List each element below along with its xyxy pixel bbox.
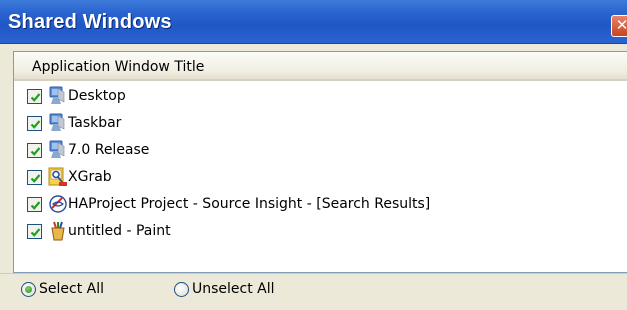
source-insight-icon [48,194,68,214]
item-checkbox[interactable] [27,143,42,158]
window-title: Shared Windows [8,11,172,33]
item-label: untitled - Paint [68,223,171,239]
item-label: XGrab [68,169,112,185]
close-icon: ✕ [615,16,627,34]
unselect-all-label: Unselect All [192,281,275,297]
list-item[interactable]: XGrab [14,166,627,193]
checkmark-icon [30,228,41,237]
checkmark-icon [30,147,41,156]
window-list[interactable]: Application Window Title Desktop Taskbar… [13,51,627,273]
paint-icon [48,221,68,241]
column-header-label: Application Window Title [32,59,205,75]
monitor-icon [48,113,68,133]
select-all-radio[interactable] [21,282,36,297]
item-label: HAProject Project - Source Insight - [Se… [68,196,431,212]
column-header[interactable]: Application Window Title [14,52,627,81]
unselect-all-radio[interactable] [174,282,189,297]
close-button[interactable]: ✕ [611,15,627,37]
radio-selected-dot [25,286,32,293]
checkmark-icon [30,93,41,102]
item-label: Taskbar [68,115,122,131]
list-item[interactable]: HAProject Project - Source Insight - [Se… [14,193,627,220]
item-checkbox[interactable] [27,89,42,104]
select-all-label: Select All [39,281,104,297]
list-item[interactable]: Taskbar [14,112,627,139]
monitor-icon [48,86,68,106]
list-item[interactable]: 7.0 Release [14,139,627,166]
checkmark-icon [30,201,41,210]
title-bar[interactable]: Shared Windows ✕ [0,0,627,44]
item-label: Desktop [68,88,126,104]
xgrab-app-icon [48,167,68,187]
list-item[interactable]: Desktop [14,85,627,112]
list-item[interactable]: untitled - Paint [14,220,627,247]
checkmark-icon [30,120,41,129]
item-checkbox[interactable] [27,197,42,212]
shared-windows-dialog: Shared Windows ✕ Application Window Titl… [0,0,627,310]
footer-divider [0,273,627,274]
list-rows: Desktop Taskbar 7.0 Release XGrab HAProj… [14,85,627,247]
monitor-icon [48,140,68,160]
item-label: 7.0 Release [68,142,150,158]
item-checkbox[interactable] [27,116,42,131]
item-checkbox[interactable] [27,170,42,185]
checkmark-icon [30,174,41,183]
item-checkbox[interactable] [27,224,42,239]
